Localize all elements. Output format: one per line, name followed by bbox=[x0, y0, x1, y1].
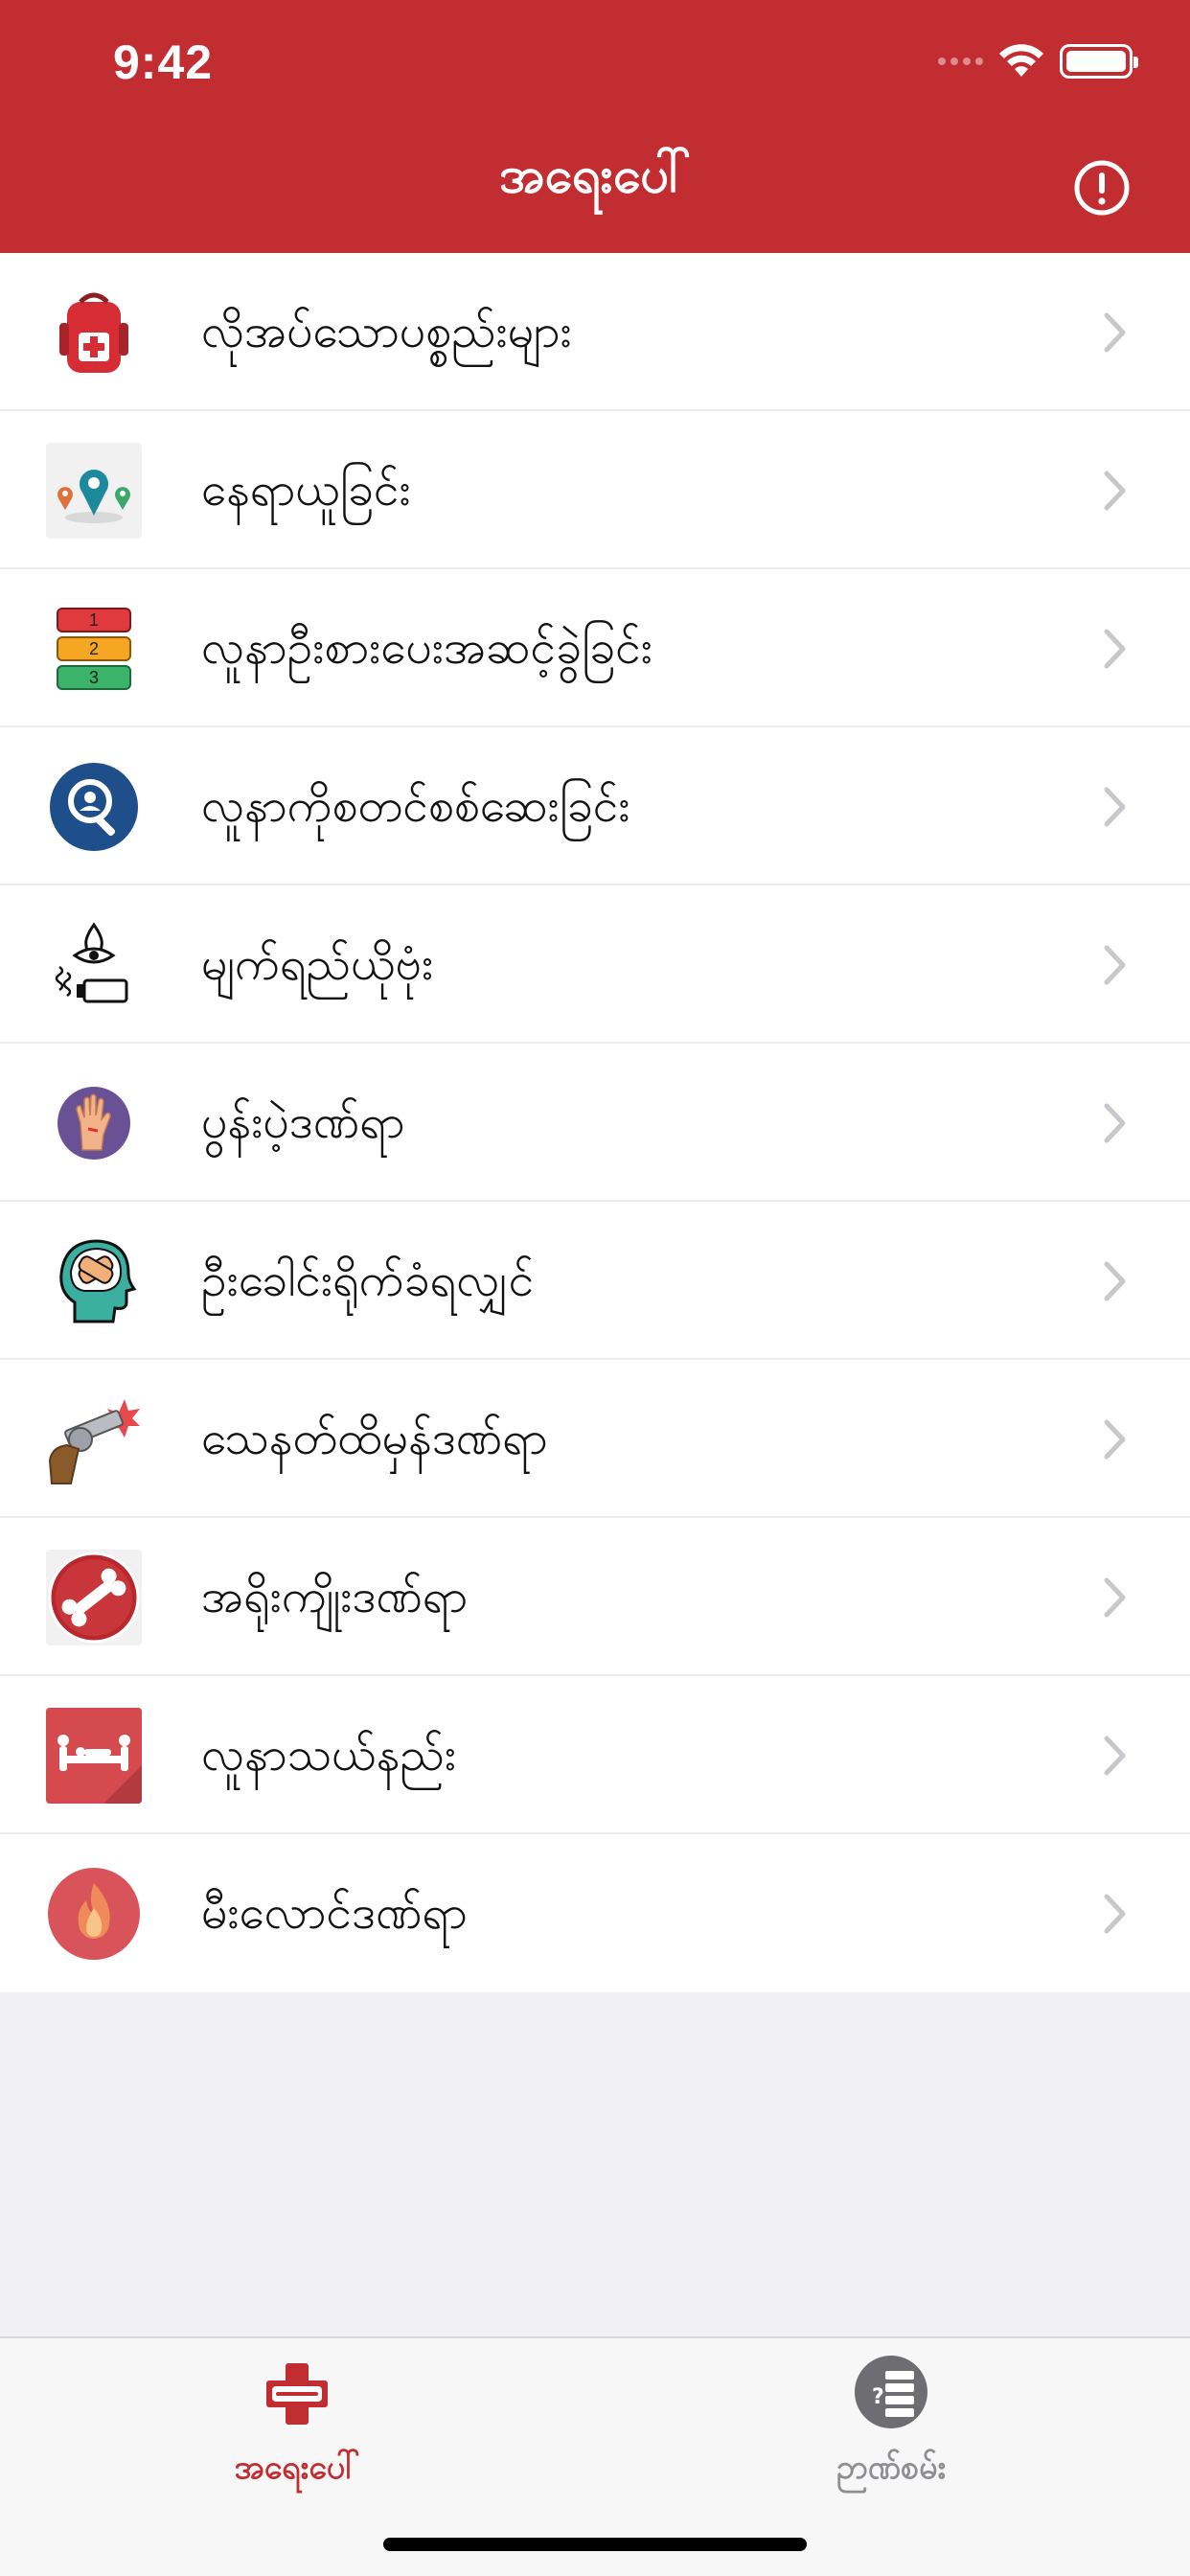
chevron-right-icon bbox=[1104, 1736, 1126, 1776]
list-item-label: လိုအပ်သောပစ္စည်းများ bbox=[201, 305, 572, 358]
list-item-label: လူနာသယ်နည်း bbox=[201, 1728, 457, 1782]
chevron-right-icon bbox=[1104, 1577, 1126, 1618]
broken-bone-icon bbox=[46, 1550, 142, 1645]
list-item-label: လူနာကိုစတင်စစ်ဆေးခြင်း bbox=[201, 779, 630, 833]
cellular-signal-icon bbox=[938, 58, 983, 65]
list-item[interactable]: ပွန်းပဲ့ဒဏ်ရာ bbox=[0, 1044, 1190, 1202]
chevron-right-icon bbox=[1104, 1261, 1126, 1301]
triage-badge-2: 2 bbox=[89, 639, 99, 658]
info-button[interactable] bbox=[1073, 159, 1131, 217]
list-item[interactable]: လိုအပ်သောပစ္စည်းများ bbox=[0, 253, 1190, 411]
list-item[interactable]: အရိုးကျိုးဒဏ်ရာ bbox=[0, 1518, 1190, 1676]
tab-label: ဉာဏ်စမ်း bbox=[835, 2449, 947, 2487]
location-pins-icon bbox=[46, 443, 142, 539]
list-item-label: မျက်ရည်ယိုဗုံး bbox=[201, 937, 434, 991]
list-item[interactable]: သေနတ်ထိမှန်ဒဏ်ရာ bbox=[0, 1360, 1190, 1518]
list-item[interactable]: လူနာကိုစတင်စစ်ဆေးခြင်း bbox=[0, 727, 1190, 886]
patient-search-icon bbox=[46, 759, 142, 855]
list-item[interactable]: နေရာယူခြင်း bbox=[0, 411, 1190, 569]
tab-emergency[interactable]: အရေးပေါ် bbox=[153, 2356, 441, 2495]
status-indicators bbox=[938, 42, 1138, 80]
first-aid-backpack-icon bbox=[46, 285, 142, 380]
list-item-label: မီးလောင်ဒဏ်ရာ bbox=[201, 1886, 468, 1940]
list-item[interactable]: 1 2 3 လူနာဦးစားပေးအဆင့်ခွဲခြင်း bbox=[0, 569, 1190, 727]
list-item-label: သေနတ်ထိမှန်ဒဏ်ရာ bbox=[201, 1412, 548, 1465]
chevron-right-icon bbox=[1104, 945, 1126, 985]
chevron-right-icon bbox=[1104, 1894, 1126, 1934]
emergency-topic-list: လိုအပ်သောပစ္စည်းများ နေရာယူခြင်း 1 2 3 လ… bbox=[0, 253, 1190, 1992]
battery-icon bbox=[1060, 44, 1138, 79]
chevron-right-icon bbox=[1104, 787, 1126, 827]
list-item[interactable]: ဦးခေါင်းရိုက်ခံရလျှင် bbox=[0, 1202, 1190, 1360]
list-item-label: ပွန်းပဲ့ဒဏ်ရာ bbox=[201, 1095, 405, 1149]
tear-gas-icon bbox=[46, 917, 142, 1013]
list-item[interactable]: လူနာသယ်နည်း bbox=[0, 1676, 1190, 1834]
tab-label: အရေးပေါ် bbox=[234, 2449, 360, 2487]
chevron-right-icon bbox=[1104, 312, 1126, 353]
svg-text:?: ? bbox=[872, 2385, 884, 2409]
list-item[interactable]: မျက်ရည်ယိုဗုံး bbox=[0, 886, 1190, 1044]
app-header: 9:42 အရေးပေါ် bbox=[0, 0, 1190, 253]
chevron-right-icon bbox=[1104, 1103, 1126, 1143]
triage-badge-3: 3 bbox=[89, 668, 99, 687]
burn-fire-icon bbox=[46, 1866, 142, 1962]
list-item[interactable]: မီးလောင်ဒဏ်ရာ bbox=[0, 1834, 1190, 1992]
list-item-label: အရိုးကျိုးဒဏ်ရာ bbox=[201, 1570, 469, 1623]
head-injury-icon bbox=[46, 1233, 142, 1329]
chevron-right-icon bbox=[1104, 471, 1126, 511]
page-title: အရေးပေါ် bbox=[498, 147, 692, 204]
stretcher-carry-icon bbox=[46, 1708, 142, 1804]
quiz-list-icon: ? bbox=[855, 2356, 927, 2428]
triage-badge-1: 1 bbox=[89, 610, 99, 630]
status-time: 9:42 bbox=[113, 35, 214, 89]
chevron-right-icon bbox=[1104, 1419, 1126, 1460]
red-cross-icon bbox=[266, 2363, 328, 2425]
list-item-label: လူနာဦးစားပေးအဆင့်ခွဲခြင်း bbox=[201, 621, 652, 675]
home-indicator[interactable] bbox=[383, 2538, 807, 2551]
wifi-icon bbox=[999, 44, 1043, 77]
hand-wound-icon bbox=[46, 1075, 142, 1171]
tab-quiz[interactable]: ? ဉာဏ်စမ်း bbox=[747, 2356, 1035, 2495]
list-item-label: နေရာယူခြင်း bbox=[201, 463, 411, 517]
triage-numbers-icon: 1 2 3 bbox=[46, 601, 142, 697]
gun-wound-icon bbox=[46, 1392, 142, 1487]
chevron-right-icon bbox=[1104, 629, 1126, 669]
list-item-label: ဦးခေါင်းရိုက်ခံရလျှင် bbox=[201, 1254, 535, 1307]
